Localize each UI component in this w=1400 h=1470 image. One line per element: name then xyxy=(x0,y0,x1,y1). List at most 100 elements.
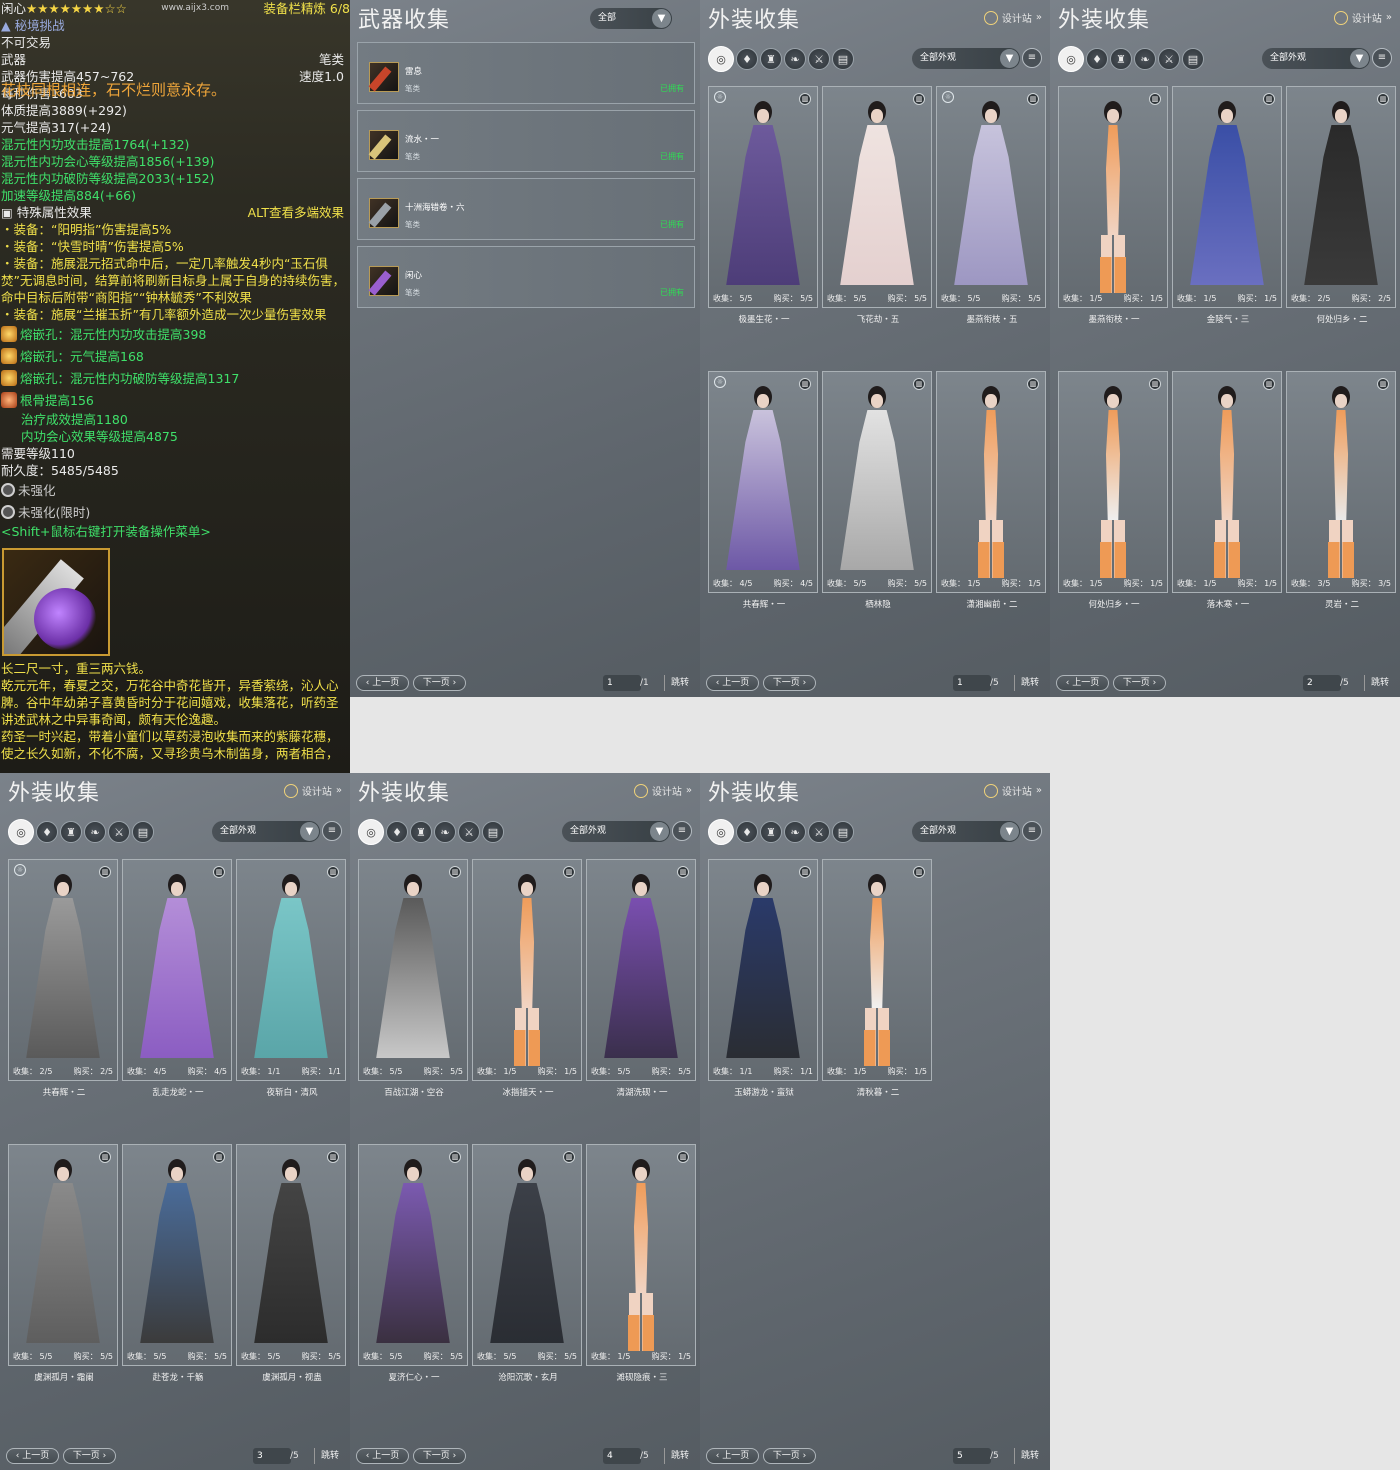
outfit-card[interactable]: ▥ 收集： 1/5 购买： 1/5 清秋暮・二 xyxy=(822,859,932,1098)
jump-button[interactable]: 跳转 xyxy=(314,1448,339,1464)
outfit-card[interactable]: ▥ 收集： 1/1 购买： 1/1 玉蟒游龙・蛮狱 xyxy=(708,859,818,1098)
prev-page-button[interactable]: ‹ 上一页 xyxy=(706,1448,759,1464)
outfit-card[interactable]: ▥ 收集： 5/5 购买： 5/5 栖林隐 xyxy=(822,371,932,610)
weapon-style-icon[interactable]: ⚔ xyxy=(808,821,830,843)
prev-page-button[interactable]: ‹ 上一页 xyxy=(356,1448,409,1464)
accessory-icon[interactable]: ❧ xyxy=(434,821,456,843)
trash-icon[interactable]: ▥ xyxy=(1149,378,1161,390)
trash-icon[interactable]: ▥ xyxy=(913,866,925,878)
book-icon[interactable]: ▤ xyxy=(832,821,854,843)
outfit-card[interactable]: ▥ 收集： 1/1 购买： 1/1 夜斩白・清风 xyxy=(236,859,346,1098)
weapon-item[interactable]: 流水・一 笔类 已拥有 xyxy=(357,110,695,172)
outfit-card[interactable]: ▥ 收集： 5/5 购买： 5/5 飞花劫・五 xyxy=(822,86,932,325)
book-icon[interactable]: ▤ xyxy=(482,821,504,843)
next-page-button[interactable]: 下一页 › xyxy=(763,675,816,691)
next-page-button[interactable]: 下一页 › xyxy=(763,1448,816,1464)
jump-button[interactable]: 跳转 xyxy=(1364,675,1389,691)
weapon-style-icon[interactable]: ⚔ xyxy=(458,821,480,843)
accessory-icon[interactable]: ❧ xyxy=(784,48,806,70)
all-category-icon[interactable]: ◎ xyxy=(708,819,734,845)
accessory-icon[interactable]: ❧ xyxy=(84,821,106,843)
trash-icon[interactable]: ▥ xyxy=(99,1151,111,1163)
designer-link[interactable]: 设计站» xyxy=(983,783,1042,798)
prev-page-button[interactable]: ‹ 上一页 xyxy=(706,675,759,691)
weapon-style-icon[interactable]: ⚔ xyxy=(1158,48,1180,70)
trash-icon[interactable]: ▥ xyxy=(563,1151,575,1163)
outfit-card[interactable]: ▥ 收集： 5/5 购买： 5/5 清湖洗砚・一 xyxy=(586,859,696,1098)
trash-icon[interactable]: ▥ xyxy=(799,378,811,390)
trash-icon[interactable]: ▥ xyxy=(913,93,925,105)
page-input[interactable]: 1 xyxy=(953,675,991,691)
next-page-button[interactable]: 下一页 › xyxy=(63,1448,116,1464)
page-input[interactable]: 1 xyxy=(603,675,641,691)
designer-link[interactable]: 设计站» xyxy=(1333,10,1392,25)
outfit-card[interactable]: ▥ 收集： 1/5 购买： 1/5 金陵气・三 xyxy=(1172,86,1282,325)
page-input[interactable]: 3 xyxy=(253,1448,291,1464)
outfit-filter-select[interactable]: 全部外观 ▼ xyxy=(912,821,1020,842)
trash-icon[interactable]: ▥ xyxy=(449,1151,461,1163)
list-menu-icon[interactable]: ≡ xyxy=(672,821,692,841)
top-icon[interactable]: ♦ xyxy=(736,821,758,843)
outfit-card[interactable]: ☼ ▥ 收集： 4/5 购买： 4/5 共春辉・一 xyxy=(708,371,818,610)
hat-icon[interactable]: ♜ xyxy=(60,821,82,843)
next-page-button[interactable]: 下一页 › xyxy=(413,1448,466,1464)
list-menu-icon[interactable]: ≡ xyxy=(1022,48,1042,68)
trash-icon[interactable]: ▥ xyxy=(677,1151,689,1163)
weapon-item[interactable]: 十洲海错卷・六 笔类 已拥有 xyxy=(357,178,695,240)
outfit-card[interactable]: ▥ 收集： 1/5 购买： 1/5 潇湘幽前・二 xyxy=(936,371,1046,610)
top-icon[interactable]: ♦ xyxy=(386,821,408,843)
list-menu-icon[interactable]: ≡ xyxy=(1372,48,1392,68)
book-icon[interactable]: ▤ xyxy=(1182,48,1204,70)
weapon-filter-select[interactable]: 全部 ▼ xyxy=(590,8,672,29)
page-input[interactable]: 5 xyxy=(953,1448,991,1464)
hat-icon[interactable]: ♜ xyxy=(1110,48,1132,70)
outfit-card[interactable]: ☼ ▥ 收集： 2/5 购买： 2/5 共春辉・二 xyxy=(8,859,118,1098)
outfit-card[interactable]: ▥ 收集： 5/5 购买： 5/5 百战江湖・空谷 xyxy=(358,859,468,1098)
outfit-card[interactable]: ▥ 收集： 5/5 购买： 5/5 虞渊孤月・视蛊 xyxy=(236,1144,346,1383)
outfit-card[interactable]: ▥ 收集： 5/5 购买： 5/5 夏济仁心・一 xyxy=(358,1144,468,1383)
book-icon[interactable]: ▤ xyxy=(832,48,854,70)
list-menu-icon[interactable]: ≡ xyxy=(322,821,342,841)
trash-icon[interactable]: ▥ xyxy=(1149,93,1161,105)
prev-page-button[interactable]: ‹ 上一页 xyxy=(356,675,409,691)
outfit-card[interactable]: ▥ 收集： 1/5 购买： 1/5 冰揩插天・一 xyxy=(472,859,582,1098)
jump-button[interactable]: 跳转 xyxy=(1014,1448,1039,1464)
designer-link[interactable]: 设计站» xyxy=(283,783,342,798)
jump-button[interactable]: 跳转 xyxy=(664,1448,689,1464)
outfit-card[interactable]: ▥ 收集： 1/5 购买： 1/5 落木寒・一 xyxy=(1172,371,1282,610)
next-page-button[interactable]: 下一页 › xyxy=(1113,675,1166,691)
hat-icon[interactable]: ♜ xyxy=(410,821,432,843)
outfit-filter-select[interactable]: 全部外观 ▼ xyxy=(912,48,1020,69)
outfit-card[interactable]: ▥ 收集： 1/5 购买： 1/5 滩砚隐痕・三 xyxy=(586,1144,696,1383)
all-category-icon[interactable]: ◎ xyxy=(708,46,734,72)
outfit-filter-select[interactable]: 全部外观 ▼ xyxy=(212,821,320,842)
all-category-icon[interactable]: ◎ xyxy=(358,819,384,845)
trash-icon[interactable]: ▥ xyxy=(1263,378,1275,390)
jump-button[interactable]: 跳转 xyxy=(1014,675,1039,691)
outfit-card[interactable]: ▥ 收集： 3/5 购买： 3/5 灵岩・二 xyxy=(1286,371,1396,610)
accessory-icon[interactable]: ❧ xyxy=(784,821,806,843)
hat-icon[interactable]: ♜ xyxy=(760,48,782,70)
top-icon[interactable]: ♦ xyxy=(36,821,58,843)
trash-icon[interactable]: ▥ xyxy=(327,866,339,878)
designer-link[interactable]: 设计站» xyxy=(983,10,1042,25)
hat-icon[interactable]: ♜ xyxy=(760,821,782,843)
trash-icon[interactable]: ▥ xyxy=(213,1151,225,1163)
trash-icon[interactable]: ▥ xyxy=(449,866,461,878)
trash-icon[interactable]: ▥ xyxy=(99,866,111,878)
outfit-card[interactable]: ☼ ▥ 收集： 5/5 购买： 5/5 墨燕衔枝・五 xyxy=(936,86,1046,325)
all-category-icon[interactable]: ◎ xyxy=(1058,46,1084,72)
jump-button[interactable]: 跳转 xyxy=(664,675,689,691)
accessory-icon[interactable]: ❧ xyxy=(1134,48,1156,70)
outfit-card[interactable]: ☼ ▥ 收集： 5/5 购买： 5/5 极墨生花・一 xyxy=(708,86,818,325)
trash-icon[interactable]: ▥ xyxy=(1263,93,1275,105)
prev-page-button[interactable]: ‹ 上一页 xyxy=(6,1448,59,1464)
outfit-card[interactable]: ▥ 收集： 1/5 购买： 1/5 墨燕衔枝・一 xyxy=(1058,86,1168,325)
outfit-card[interactable]: ▥ 收集： 2/5 购买： 2/5 何处归乡・二 xyxy=(1286,86,1396,325)
trash-icon[interactable]: ▥ xyxy=(913,378,925,390)
list-menu-icon[interactable]: ≡ xyxy=(1022,821,1042,841)
outfit-filter-select[interactable]: 全部外观 ▼ xyxy=(562,821,670,842)
trash-icon[interactable]: ▥ xyxy=(1027,93,1039,105)
weapon-style-icon[interactable]: ⚔ xyxy=(808,48,830,70)
page-input[interactable]: 4 xyxy=(603,1448,641,1464)
